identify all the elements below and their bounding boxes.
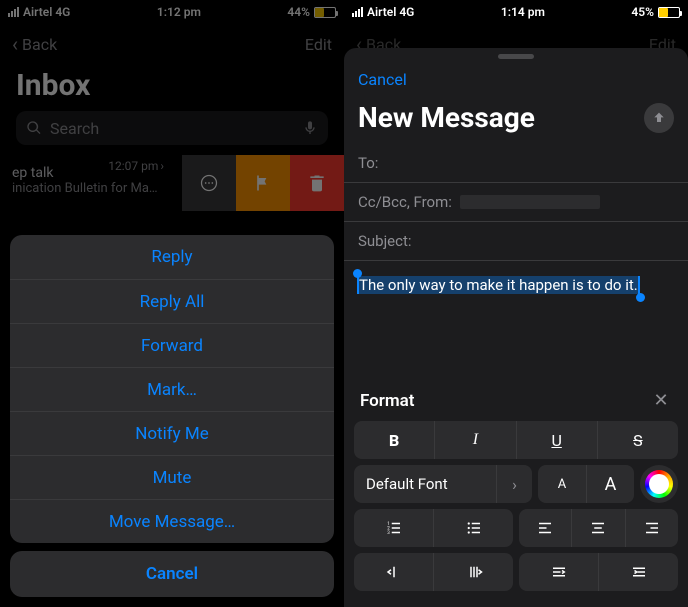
font-size-segment: A A bbox=[538, 465, 634, 503]
battery-icon bbox=[658, 7, 680, 18]
sheet-mark[interactable]: Mark… bbox=[10, 367, 334, 411]
font-picker[interactable]: Default Font › bbox=[354, 465, 532, 503]
align-center-icon bbox=[589, 519, 607, 537]
format-panel: Format ✕ B I U S Default Font bbox=[344, 376, 688, 607]
subject-field[interactable]: Subject: bbox=[344, 222, 688, 261]
message-body[interactable]: The only way to make it happen is to do … bbox=[344, 261, 688, 294]
sheet-cancel[interactable]: Cancel bbox=[10, 551, 334, 597]
selected-body-text[interactable]: The only way to make it happen is to do … bbox=[358, 276, 639, 294]
cc-bcc-from-field[interactable]: Cc/Bcc, From: bbox=[344, 183, 688, 222]
screen-compose: Airtel 4G 1:14 pm 45% ‹ Back Edit Cancel… bbox=[344, 0, 688, 607]
close-icon: ✕ bbox=[653, 390, 668, 411]
format-title: Format bbox=[360, 391, 415, 411]
compose-title: New Message bbox=[358, 101, 535, 134]
align-center-button[interactable] bbox=[571, 509, 624, 547]
indent-segment bbox=[354, 553, 513, 591]
bullet-list-button[interactable] bbox=[433, 509, 513, 547]
cancel-button[interactable]: Cancel bbox=[358, 70, 407, 89]
font-size-decrease-button[interactable]: A bbox=[538, 465, 586, 503]
align-right-button[interactable] bbox=[625, 509, 678, 547]
underline-button[interactable]: U bbox=[516, 421, 597, 459]
compose-sheet: Cancel New Message To: Cc/Bcc, From: Sub… bbox=[344, 48, 688, 607]
sheet-reply-all[interactable]: Reply All bbox=[10, 279, 334, 323]
screen-inbox-actionsheet: Airtel 4G 1:12 pm 44% ‹ Back Edit Inbox … bbox=[0, 0, 344, 607]
selection-handle-end[interactable] bbox=[636, 293, 645, 302]
svg-text:3: 3 bbox=[387, 530, 390, 536]
status-time: 1:14 pm bbox=[501, 5, 545, 19]
bullet-list-icon bbox=[465, 519, 483, 537]
cc-label: Cc/Bcc, From: bbox=[358, 193, 452, 211]
list-style-segment: 123 bbox=[354, 509, 513, 547]
to-field[interactable]: To: bbox=[344, 144, 688, 183]
send-button[interactable] bbox=[644, 103, 674, 133]
strikethrough-button[interactable]: S bbox=[597, 421, 678, 459]
text-align-segment bbox=[519, 509, 678, 547]
sheet-mute[interactable]: Mute bbox=[10, 455, 334, 499]
outdent-button[interactable] bbox=[354, 553, 433, 591]
bold-button[interactable]: B bbox=[354, 421, 434, 459]
text-direction-segment bbox=[519, 553, 678, 591]
align-left-button[interactable] bbox=[519, 509, 571, 547]
sheet-move[interactable]: Move Message… bbox=[10, 499, 334, 543]
color-ring-icon bbox=[645, 470, 673, 498]
italic-button[interactable]: I bbox=[434, 421, 515, 459]
action-sheet-group: Reply Reply All Forward Mark… Notify Me … bbox=[10, 235, 334, 543]
carrier-label: Airtel 4G bbox=[367, 5, 414, 19]
outdent-icon bbox=[385, 563, 403, 581]
chevron-right-icon: › bbox=[496, 465, 532, 503]
ltr-button[interactable] bbox=[519, 553, 598, 591]
selection-caret-start[interactable] bbox=[357, 276, 359, 294]
numbered-list-icon: 123 bbox=[385, 519, 403, 537]
action-sheet: Reply Reply All Forward Mark… Notify Me … bbox=[10, 235, 334, 597]
rtl-button[interactable] bbox=[598, 553, 678, 591]
rtl-icon bbox=[630, 563, 648, 581]
sheet-forward[interactable]: Forward bbox=[10, 323, 334, 367]
indent-icon bbox=[465, 563, 483, 581]
sheet-grabber[interactable] bbox=[498, 54, 534, 59]
subject-label: Subject: bbox=[358, 232, 412, 250]
arrow-up-icon bbox=[651, 110, 667, 126]
sheet-notify[interactable]: Notify Me bbox=[10, 411, 334, 455]
font-size-increase-button[interactable]: A bbox=[586, 465, 634, 503]
align-right-icon bbox=[643, 519, 661, 537]
status-bar: Airtel 4G 1:14 pm 45% bbox=[344, 0, 688, 24]
indent-button[interactable] bbox=[433, 553, 513, 591]
selection-caret-end[interactable] bbox=[638, 276, 640, 294]
font-label: Default Font bbox=[354, 465, 496, 503]
signal-icon bbox=[352, 7, 363, 17]
sheet-reply[interactable]: Reply bbox=[10, 235, 334, 279]
numbered-list-button[interactable]: 123 bbox=[354, 509, 433, 547]
selection-handle-start[interactable] bbox=[353, 269, 362, 278]
battery-text: 45% bbox=[631, 5, 654, 19]
text-color-button[interactable] bbox=[640, 465, 678, 503]
to-label: To: bbox=[358, 154, 378, 172]
text-style-segment: B I U S bbox=[354, 421, 678, 459]
align-left-icon bbox=[536, 519, 554, 537]
from-value-redacted bbox=[460, 195, 600, 209]
ltr-icon bbox=[550, 563, 568, 581]
close-format-button[interactable]: ✕ bbox=[650, 390, 672, 411]
